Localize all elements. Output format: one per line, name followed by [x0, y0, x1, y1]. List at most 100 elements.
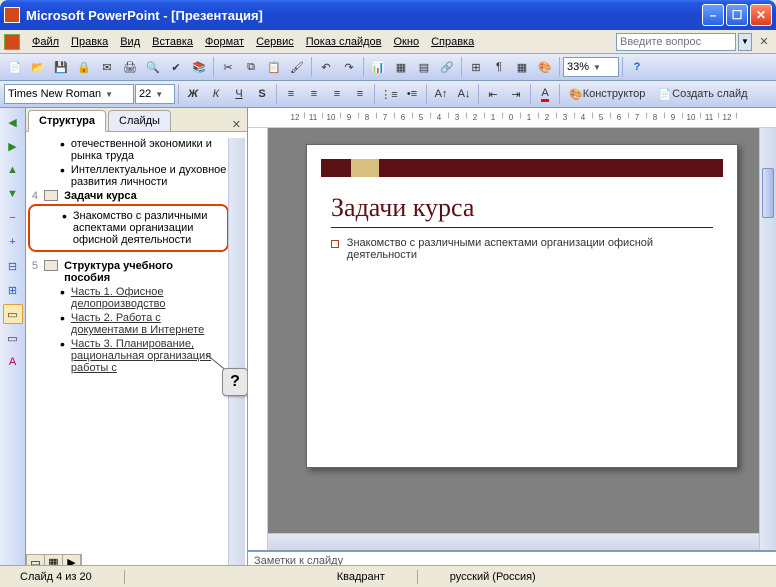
doc-icon[interactable]: [4, 34, 20, 50]
outline-bullet[interactable]: Интеллектуальное и духовное развития лич…: [60, 164, 229, 188]
hyperlink-icon[interactable]: 🔗: [436, 56, 458, 78]
format-painter-icon[interactable]: 🖌: [286, 56, 308, 78]
decrease-indent-icon[interactable]: ⇤: [482, 83, 504, 105]
collapse-icon[interactable]: −: [3, 208, 23, 228]
vertical-ruler[interactable]: [248, 128, 268, 550]
copy-icon[interactable]: ⧉: [240, 56, 262, 78]
scrollbar-thumb[interactable]: [762, 168, 774, 218]
outline-bullet[interactable]: Часть 2. Работа с документами в Интернет…: [60, 312, 229, 336]
preview-icon[interactable]: 🔍: [142, 56, 164, 78]
maximize-button[interactable]: ☐: [726, 4, 748, 26]
bullets-icon[interactable]: •≡: [401, 83, 423, 105]
outline-content[interactable]: отечественной экономики и рынка труда Ин…: [26, 132, 247, 572]
cut-icon[interactable]: ✂: [217, 56, 239, 78]
spell-icon[interactable]: ✔: [165, 56, 187, 78]
bold-icon[interactable]: Ж: [182, 83, 204, 105]
italic-icon[interactable]: К: [205, 83, 227, 105]
align-justify-icon[interactable]: ≡: [349, 83, 371, 105]
help-icon[interactable]: ?: [626, 56, 648, 78]
panel-close-icon[interactable]: ✕: [226, 118, 247, 131]
close-button[interactable]: ✕: [750, 4, 772, 26]
vertical-scrollbar[interactable]: [759, 128, 776, 550]
paste-icon[interactable]: 📋: [263, 56, 285, 78]
numbering-icon[interactable]: ⋮≡: [378, 83, 400, 105]
decrease-font-icon[interactable]: A↓: [453, 83, 475, 105]
toolbar-options-icon[interactable]: A: [3, 352, 23, 372]
permission-icon[interactable]: 🔒: [73, 56, 95, 78]
horizontal-ruler[interactable]: 12|11|10|9|8|7|6|5|4|3|2|1|0|1|2|3|4|5|6…: [248, 108, 776, 128]
tab-slides[interactable]: Слайды: [108, 110, 171, 131]
new-icon[interactable]: 📄: [4, 56, 26, 78]
minimize-button[interactable]: –: [702, 4, 724, 26]
slide-title-text[interactable]: Задачи курса: [331, 193, 474, 223]
slide-thumb-icon[interactable]: [44, 190, 58, 201]
help-search-dropdown[interactable]: ▼: [738, 33, 752, 51]
research-icon[interactable]: 📚: [188, 56, 210, 78]
slide-title[interactable]: Структура учебного пособия: [64, 260, 214, 284]
separator: [530, 84, 531, 104]
menu-window[interactable]: Окно: [388, 34, 426, 50]
outline-bullet[interactable]: Знакомство с различными аспектами органи…: [62, 210, 227, 246]
font-size-combo[interactable]: 22▼: [135, 84, 175, 104]
table-icon[interactable]: ▦: [390, 56, 412, 78]
font-color-icon[interactable]: A: [534, 83, 556, 105]
zoom-combo[interactable]: 33%▼: [563, 57, 619, 77]
open-icon[interactable]: 📂: [27, 56, 49, 78]
outline-slide-4[interactable]: 4 Задачи курса Знакомство с различными а…: [28, 190, 229, 252]
outline-bullet[interactable]: отечественной экономики и рынка труда: [60, 138, 229, 162]
menu-slideshow[interactable]: Показ слайдов: [300, 34, 388, 50]
promote-icon[interactable]: ◀: [3, 112, 23, 132]
color-icon[interactable]: 🎨: [534, 56, 556, 78]
increase-indent-icon[interactable]: ⇥: [505, 83, 527, 105]
expand-icon[interactable]: ⊞: [465, 56, 487, 78]
tables-borders-icon[interactable]: ▤: [413, 56, 435, 78]
mail-icon[interactable]: ✉: [96, 56, 118, 78]
move-down-icon[interactable]: ▼: [3, 184, 23, 204]
menu-format[interactable]: Формат: [199, 34, 250, 50]
show-formatting-icon[interactable]: ▭: [3, 328, 23, 348]
doc-close-button[interactable]: ✕: [756, 34, 772, 50]
scrollbar-thumb[interactable]: [231, 178, 243, 218]
undo-icon[interactable]: ↶: [315, 56, 337, 78]
redo-icon[interactable]: ↷: [338, 56, 360, 78]
align-left-icon[interactable]: ≡: [280, 83, 302, 105]
show-formatting-icon[interactable]: ¶: [488, 56, 510, 78]
chart-icon[interactable]: 📊: [367, 56, 389, 78]
collapse-all-icon[interactable]: ⊟: [3, 256, 23, 276]
status-language[interactable]: русский (Россия): [438, 571, 548, 583]
standard-toolbar: 📄 📂 💾 🔒 ✉ 🖨 🔍 ✔ 📚 ✂ ⧉ 📋 🖌 ↶ ↷ 📊 ▦ ▤ 🔗 ⊞ …: [0, 54, 776, 81]
horizontal-scrollbar[interactable]: [268, 533, 759, 550]
grid-icon[interactable]: ▦: [511, 56, 533, 78]
save-icon[interactable]: 💾: [50, 56, 72, 78]
slide-body-text[interactable]: Знакомство с различными аспектами органи…: [331, 237, 713, 261]
outline-bullet[interactable]: Часть 1. Офисное делопроизводство: [60, 286, 229, 310]
underline-icon[interactable]: Ч: [228, 83, 250, 105]
outline-slide-5[interactable]: 5 Структура учебного пособия Часть 1. Оф…: [28, 260, 229, 374]
tab-outline[interactable]: Структура: [28, 110, 106, 132]
expand-all-icon[interactable]: ⊞: [3, 280, 23, 300]
designer-button[interactable]: 🎨 Конструктор: [563, 83, 651, 105]
print-icon[interactable]: 🖨: [119, 56, 141, 78]
move-up-icon[interactable]: ▲: [3, 160, 23, 180]
menu-file[interactable]: Файл: [26, 34, 65, 50]
menu-edit[interactable]: Правка: [65, 34, 114, 50]
shadow-icon[interactable]: S: [251, 83, 273, 105]
expand-icon[interactable]: +: [3, 232, 23, 252]
menu-view[interactable]: Вид: [114, 34, 146, 50]
slide-thumb-icon[interactable]: [44, 260, 58, 271]
menu-insert[interactable]: Вставка: [146, 34, 199, 50]
outline-bullet[interactable]: Часть 3. Планирование, рациональная орга…: [60, 338, 229, 374]
demote-icon[interactable]: ▶: [3, 136, 23, 156]
font-combo[interactable]: Times New Roman▼: [4, 84, 134, 104]
align-right-icon[interactable]: ≡: [326, 83, 348, 105]
slide-title[interactable]: Задачи курса: [64, 190, 214, 202]
help-search-input[interactable]: [616, 33, 736, 51]
align-center-icon[interactable]: ≡: [303, 83, 325, 105]
increase-font-icon[interactable]: A↑: [430, 83, 452, 105]
summary-slide-icon[interactable]: ▭: [3, 304, 23, 324]
slide-canvas[interactable]: Задачи курса Знакомство с различными асп…: [268, 128, 776, 550]
new-slide-button[interactable]: 📄 Создать слайд: [652, 83, 753, 105]
menu-tools[interactable]: Сервис: [250, 34, 300, 50]
current-slide[interactable]: Задачи курса Знакомство с различными асп…: [306, 144, 738, 468]
menu-help[interactable]: Справка: [425, 34, 480, 50]
